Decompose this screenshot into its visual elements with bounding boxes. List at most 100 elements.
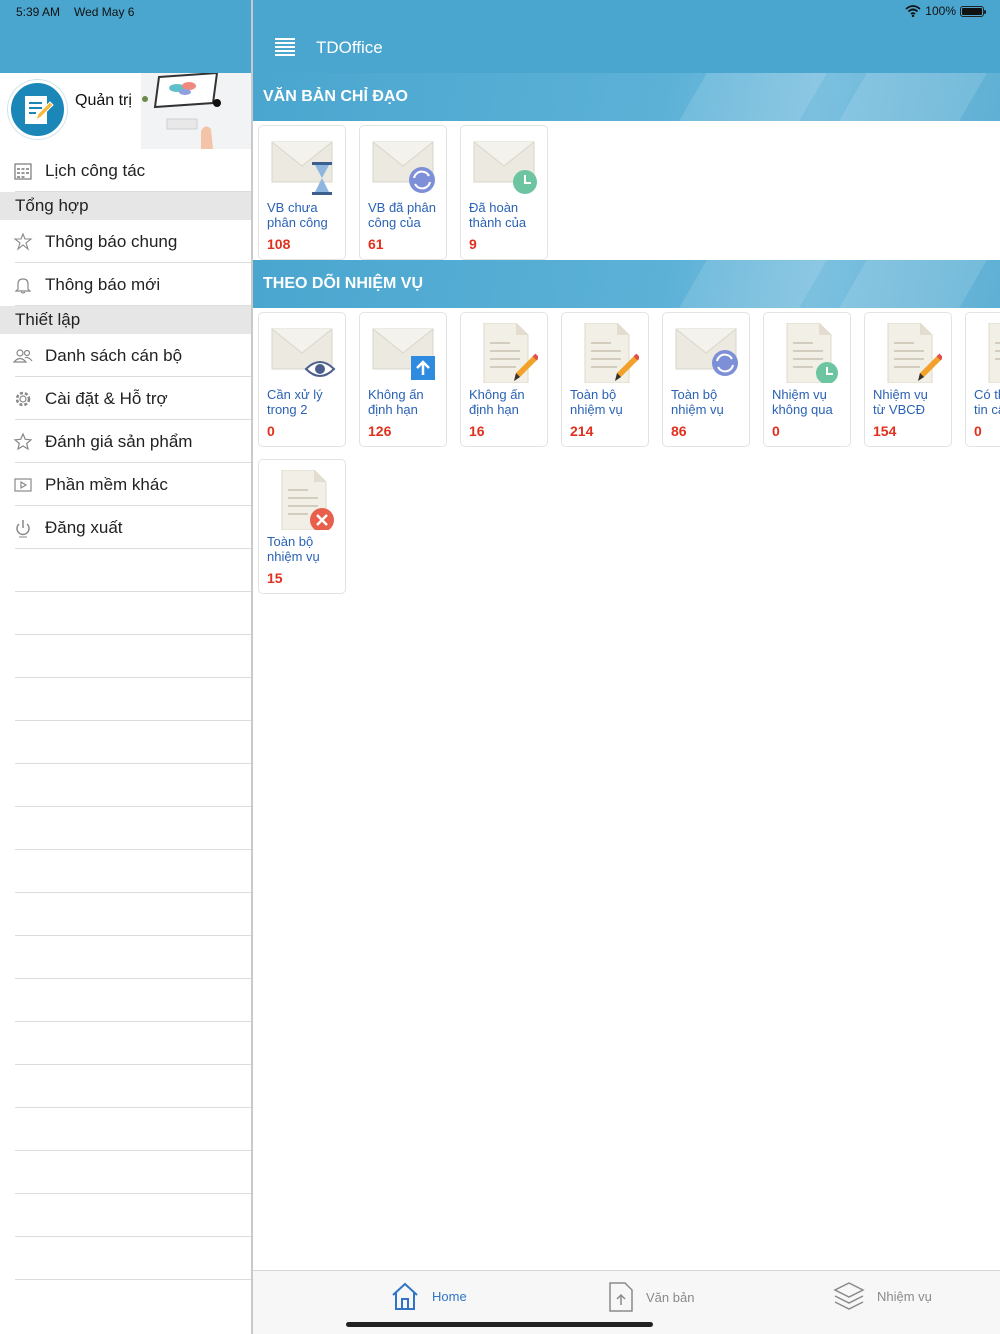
tile-khong-an-dinh-han-2[interactable]: Không ấn định hạn 16 <box>460 312 548 447</box>
sidebar-empty-rows <box>0 549 251 1280</box>
document-pencil-icon <box>584 323 639 383</box>
sidebar-item-label: Thông báo chung <box>45 231 178 251</box>
document-clock-icon <box>786 323 838 383</box>
sidebar-item-lich-cong-tac[interactable]: Lịch công tác <box>0 149 251 192</box>
sidebar-item-thong-bao-chung[interactable]: Thông báo chung <box>0 220 251 263</box>
tile-label: Nhiệm vụ từ VBCĐ <box>873 387 928 417</box>
tile-vb-da-phan-cong[interactable]: VB đã phân công của 61 <box>359 125 447 260</box>
tile-label: Toàn bộ nhiệm vụ <box>267 534 320 564</box>
bell-icon <box>14 278 32 294</box>
menu-group-thiet-lap: Thiết lập <box>0 306 251 334</box>
tile-label: VB đã phân công của <box>368 200 436 230</box>
tile-count: 154 <box>873 423 897 439</box>
tab-nhiem-vu[interactable]: Nhiệm vụ <box>833 1281 932 1311</box>
document-icon <box>988 323 1000 383</box>
blank-row <box>0 721 251 764</box>
sidebar-item-label: Thông báo mới <box>45 274 161 294</box>
tab-home[interactable]: Home <box>390 1281 467 1311</box>
tile-toan-bo-nhiem-vu-3[interactable]: Toàn bộ nhiệm vụ 15 <box>258 459 346 594</box>
calendar-icon <box>14 163 32 180</box>
layers-icon <box>833 1282 865 1310</box>
play-box-icon <box>14 478 32 492</box>
document-cancel-icon <box>281 470 334 530</box>
home-icon <box>392 1282 418 1310</box>
tab-van-ban[interactable]: Văn bản <box>608 1281 694 1313</box>
sidebar-item-dang-xuat[interactable]: Đăng xuất <box>0 506 251 549</box>
blank-row <box>0 893 251 936</box>
tile-count: 86 <box>671 423 687 439</box>
tab-nhiem-vu-label: Nhiệm vụ <box>877 1288 932 1304</box>
tile-count: 15 <box>267 570 283 586</box>
blank-row <box>0 635 251 678</box>
tile-count: 0 <box>772 423 780 439</box>
section-title: VĂN BẢN CHỈ ĐẠO <box>263 88 408 105</box>
menu-group-tong-hop: Tổng hợp <box>0 192 251 220</box>
document-upload-icon <box>609 1282 633 1312</box>
section-title: THEO DÕI NHIỆM VỤ <box>263 275 424 292</box>
sidebar-item-label: Cài đặt & Hỗ trợ <box>45 388 168 408</box>
desk-illustration <box>141 73 251 149</box>
tile-count: 9 <box>469 236 477 252</box>
blank-row <box>0 1022 251 1065</box>
blank-row <box>0 549 251 592</box>
tile-count: 61 <box>368 236 384 252</box>
tile-vb-chua-phan-cong[interactable]: VB chưa phân công 108 <box>258 125 346 260</box>
blank-row <box>0 1237 251 1280</box>
tile-count: 0 <box>267 423 275 439</box>
tab-van-ban-label: Văn bản <box>646 1289 695 1305</box>
battery-icon <box>960 5 986 17</box>
tile-da-hoan-thanh[interactable]: Đã hoàn thành của 9 <box>460 125 548 260</box>
tile-count: 108 <box>267 236 291 252</box>
tile-label: Không ấn định hạn <box>469 387 525 417</box>
blank-row <box>0 678 251 721</box>
sidebar-item-label: Danh sách cán bộ <box>45 345 183 365</box>
tab-bar: Home Văn bản Nhiệm vụ <box>253 1270 1000 1334</box>
sidebar-item-danh-gia[interactable]: Đánh giá sản phẩm <box>0 420 251 463</box>
tile-label: Toàn bộ nhiệm vụ <box>570 387 623 417</box>
megaphone-icon <box>13 232 33 251</box>
tile-label: Đã hoàn thành của <box>469 200 527 230</box>
tile-nhiem-vu-tu-vbcd[interactable]: Nhiệm vụ từ VBCĐ 154 <box>864 312 952 447</box>
blank-row <box>0 764 251 807</box>
nav-title: TDOffice <box>316 38 383 57</box>
tiles-nhiem-vu: Cần xử lý trong 2 0 Không ấn định hạn 126 <box>253 308 1000 594</box>
tile-label: Cần xử lý trong 2 <box>267 387 323 417</box>
home-indicator <box>346 1322 653 1327</box>
blank-row <box>0 850 251 893</box>
star-icon <box>13 432 33 451</box>
sidebar-item-label: Phần mềm khác <box>45 474 168 494</box>
sidebar-item-thong-bao-moi[interactable]: Thông báo mới <box>0 263 251 306</box>
status-date: Wed May 6 <box>74 5 135 19</box>
blank-row <box>0 979 251 1022</box>
envelope-sync-icon <box>372 141 435 193</box>
tile-count: 126 <box>368 423 392 439</box>
envelope-hourglass-icon <box>271 141 333 195</box>
tile-nhiem-vu-khong-qua[interactable]: Nhiệm vụ không qua 0 <box>763 312 851 447</box>
status-time: 5:39 AM <box>16 5 61 19</box>
tile-count: 214 <box>570 423 594 439</box>
tiles-van-ban: VB chưa phân công 108 VB đã phân công của … <box>253 121 1000 260</box>
tile-count: 0 <box>974 423 982 439</box>
profile-header[interactable]: Quản trị <box>0 73 251 149</box>
tile-toan-bo-nhiem-vu-1[interactable]: Toàn bộ nhiệm vụ 214 <box>561 312 649 447</box>
tile-label: Không ấn định hạn <box>368 387 424 417</box>
power-icon <box>16 520 30 538</box>
document-pencil-icon <box>887 323 942 383</box>
blank-row <box>0 807 251 850</box>
tile-toan-bo-nhiem-vu-2[interactable]: Toàn bộ nhiệm vụ 86 <box>662 312 750 447</box>
section-header-van-ban: VĂN BẢN CHỈ ĐẠO <box>253 73 1000 121</box>
hamburger-menu-icon[interactable] <box>275 38 295 56</box>
status-right: 100% <box>905 4 986 18</box>
sidebar-item-danh-sach-can-bo[interactable]: Danh sách cán bộ <box>0 334 251 377</box>
users-icon <box>13 349 33 363</box>
tile-khong-an-dinh-han-1[interactable]: Không ấn định hạn 126 <box>359 312 447 447</box>
sidebar-item-phan-mem-khac[interactable]: Phần mềm khác <box>0 463 251 506</box>
tile-can-xu-ly[interactable]: Cần xử lý trong 2 0 <box>258 312 346 447</box>
tile-co-thong-tin[interactable]: Có thtin cậ 0 <box>965 312 1000 447</box>
sidebar-item-cai-dat[interactable]: Cài đặt & Hỗ trợ <box>0 377 251 420</box>
sidebar: Quản trị Lịch công tác Tổng hợp Thông bá… <box>0 0 253 1334</box>
tab-home-label: Home <box>432 1288 467 1304</box>
avatar <box>8 80 67 139</box>
sidebar-item-label: Đăng xuất <box>45 517 123 537</box>
status-bar: 5:39 AM Wed May 6 100% <box>0 0 1000 24</box>
